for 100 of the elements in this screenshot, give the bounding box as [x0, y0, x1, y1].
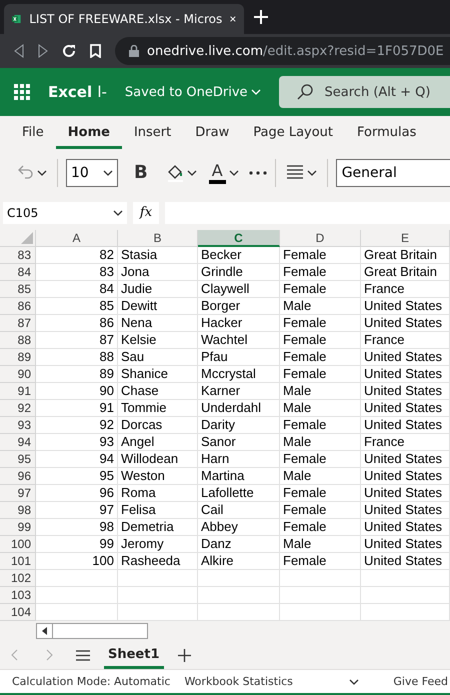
table-cell: Grindle — [198, 264, 280, 281]
column-header[interactable]: C — [198, 230, 280, 247]
font-size-dropdown[interactable]: 10 — [66, 158, 118, 186]
save-status[interactable]: Saved to OneDrive — [124, 84, 261, 100]
number-format-dropdown[interactable]: General — [336, 158, 450, 186]
workbook-statistics[interactable]: Workbook Statistics — [184, 675, 293, 688]
ribbon-tab[interactable]: Page Layout — [241, 117, 346, 149]
plus-icon[interactable] — [254, 10, 268, 24]
row-header[interactable]: 83 — [0, 247, 36, 264]
table-cell: United States — [361, 502, 450, 519]
row-header[interactable]: 88 — [0, 332, 36, 349]
row-header[interactable]: 92 — [0, 400, 36, 417]
table-cell: United States — [361, 451, 450, 468]
search-icon — [296, 84, 313, 100]
scroll-left-icon[interactable] — [42, 627, 47, 635]
table-cell: France — [361, 434, 450, 451]
table-cell: Felisa — [118, 502, 198, 519]
row-header[interactable]: 89 — [0, 349, 36, 366]
table-cell: Sau — [118, 349, 198, 366]
column-header[interactable]: A — [36, 230, 118, 247]
table-cell: 90 — [36, 383, 118, 400]
row-header[interactable]: 86 — [0, 298, 36, 315]
ribbon-tab[interactable]: File — [10, 117, 56, 149]
column-header[interactable]: E — [361, 230, 450, 247]
table-cell: United States — [361, 349, 450, 366]
row-header[interactable]: 100 — [0, 536, 36, 553]
chevron-down-icon[interactable] — [228, 170, 239, 176]
table-cell: Great Britain — [361, 264, 450, 281]
column-header[interactable]: D — [280, 230, 361, 247]
table-cell: Roma — [118, 485, 198, 502]
row-header[interactable]: 95 — [0, 451, 36, 468]
table-cell: Female — [280, 485, 361, 502]
table-cell: Dorcas — [118, 417, 198, 434]
row-header[interactable]: 94 — [0, 434, 36, 451]
table-cell: United States — [361, 468, 450, 485]
row-header[interactable]: 104 — [0, 604, 36, 621]
bold-button[interactable]: B — [126, 160, 156, 185]
chevron-down-icon[interactable] — [113, 210, 123, 216]
chevron-down-icon[interactable] — [186, 170, 197, 176]
row-header[interactable]: 93 — [0, 417, 36, 434]
row-header[interactable]: 103 — [0, 587, 36, 604]
function-button[interactable]: fx — [133, 202, 159, 224]
reload-icon[interactable] — [62, 44, 76, 58]
table-cell: 82 — [36, 247, 118, 264]
table-cell: 86 — [36, 315, 118, 332]
row-header[interactable]: 91 — [0, 383, 36, 400]
table-cell: Harn — [198, 451, 280, 468]
row-header[interactable]: 85 — [0, 281, 36, 298]
ribbon-tab[interactable]: Insert — [122, 117, 184, 149]
table-cell: Angel — [118, 434, 198, 451]
browser-tab[interactable]: LIST OF FREEWARE.xlsx - Micros — [4, 4, 244, 34]
chevron-down-icon[interactable] — [306, 170, 317, 176]
row-header[interactable]: 87 — [0, 315, 36, 332]
add-sheet-icon[interactable] — [178, 648, 191, 662]
table-cell: United States — [361, 417, 450, 434]
chevron-down-icon[interactable] — [37, 170, 47, 176]
row-header[interactable]: 97 — [0, 485, 36, 502]
bookmark-icon[interactable] — [90, 44, 101, 58]
close-icon[interactable] — [230, 14, 236, 24]
row-header[interactable]: 101 — [0, 553, 36, 570]
table-cell: Danz — [198, 536, 280, 553]
table-cell: Female — [280, 553, 361, 570]
row-header[interactable]: 99 — [0, 519, 36, 536]
table-cell: Male — [280, 536, 361, 553]
table-cell: United States — [361, 485, 450, 502]
row-header[interactable]: 96 — [0, 468, 36, 485]
row-header[interactable]: 90 — [0, 366, 36, 383]
app-launcher-icon[interactable] — [14, 84, 30, 100]
table-cell: United States — [361, 383, 450, 400]
table-cell: Male — [280, 298, 361, 315]
name-box[interactable]: C105 — [3, 202, 127, 224]
row-header[interactable]: 102 — [0, 570, 36, 587]
feedback-link[interactable]: Give Feed — [393, 675, 448, 688]
table-cell: Female — [280, 281, 361, 298]
chevron-down-icon[interactable] — [103, 170, 113, 176]
ribbon-tab[interactable]: Draw — [183, 117, 242, 149]
table-cell: Female — [280, 247, 361, 264]
search-field[interactable]: Search (Alt + Q) — [278, 76, 450, 108]
row-header[interactable]: 98 — [0, 502, 36, 519]
calculation-mode[interactable]: Calculation Mode: Automatic — [12, 675, 170, 688]
row-header[interactable]: 84 — [0, 264, 36, 281]
table-cell: United States — [361, 366, 450, 383]
chevron-down-icon[interactable] — [349, 678, 360, 684]
address-bar[interactable]: onedrive.live.com/edit.aspx?resid=1F057D0E — [115, 37, 450, 65]
font-color-button[interactable]: A — [206, 160, 241, 186]
more-icon[interactable] — [248, 170, 267, 174]
back-icon[interactable] — [14, 44, 24, 58]
menu-icon[interactable] — [76, 650, 90, 660]
table-cell: 100 — [36, 553, 118, 570]
horizontal-scrollbar[interactable] — [36, 623, 148, 639]
table-cell: Alkire — [198, 553, 280, 570]
table-cell: Male — [280, 434, 361, 451]
table-cell: Male — [280, 383, 361, 400]
table-cell: 93 — [36, 434, 118, 451]
ribbon-tab[interactable]: Formulas — [345, 117, 428, 149]
table-cell: Nena — [118, 315, 198, 332]
table-cell: Pfau — [198, 349, 280, 366]
table-cell: 88 — [36, 349, 118, 366]
undo-icon — [16, 164, 34, 180]
forward-icon[interactable] — [38, 44, 48, 58]
